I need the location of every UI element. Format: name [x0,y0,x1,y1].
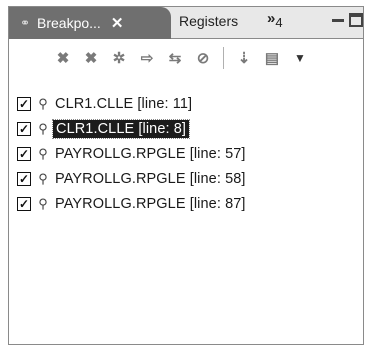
minimize-icon[interactable] [331,13,345,27]
view-tab-bar: ⚭ Breakpo... ✕ Registers »4 [9,7,363,39]
tab-overflow-button[interactable]: »4 [267,10,283,30]
show-supported-breakpoints-icon[interactable]: ✲ [107,46,131,70]
expand-all-icon[interactable]: ⇣ [232,46,256,70]
breakpoint-label: PAYROLLG.RPGLE [line: 87] [55,195,246,212]
toolbar-separator [223,47,224,69]
maximize-icon[interactable] [349,13,363,27]
breakpoint-row[interactable]: ✓ ⚲ PAYROLLG.RPGLE [line: 58] [9,166,363,191]
tab-breakpoints-label: Breakpo... [37,15,101,31]
breakpoint-row[interactable]: ✓ ⚲ PAYROLLG.RPGLE [line: 87] [9,191,363,216]
breakpoint-key-icon: ⚲ [38,195,48,211]
go-to-file-icon[interactable]: ⇨ [135,46,159,70]
breakpoint-key-icon: ⚲ [38,170,48,186]
breakpoint-list: ✓ ⚲ CLR1.CLLE [line: 11] ✓ ⚲ CLR1.CLLE [… [9,91,363,216]
skip-all-breakpoints-icon[interactable]: ⊘ [191,46,215,70]
breakpoint-row-selected[interactable]: ✓ ⚲ CLR1.CLLE [line: 8] [9,116,363,141]
view-toolbar: ✖ ✖ ✲ ⇨ ⇆ ⊘ ⇣ ▤ ▼ [9,40,363,76]
breakpoint-label: PAYROLLG.RPGLE [line: 58] [55,170,246,187]
breakpoint-label: PAYROLLG.RPGLE [line: 57] [55,145,246,162]
close-tab-icon[interactable]: ✕ [111,14,124,32]
collapse-all-icon[interactable]: ▤ [260,46,284,70]
breakpoint-row[interactable]: ✓ ⚲ CLR1.CLLE [line: 11] [9,91,363,116]
breakpoint-checkbox[interactable]: ✓ [17,171,31,186]
link-with-view-icon[interactable]: ⇆ [163,46,187,70]
view-menu-icon[interactable]: ▼ [294,51,306,65]
breakpoints-view-icon: ⚭ [19,16,31,30]
remove-breakpoint-icon[interactable]: ✖ [51,46,75,70]
breakpoint-key-icon: ⚲ [38,120,48,136]
breakpoint-checkbox[interactable]: ✓ [17,146,31,161]
breakpoint-key-icon: ⚲ [38,145,48,161]
tab-registers[interactable]: Registers [179,13,238,29]
breakpoint-key-icon: ⚲ [38,95,48,111]
breakpoint-label: CLR1.CLLE [line: 8] [51,118,191,139]
breakpoint-checkbox[interactable]: ✓ [17,121,31,136]
tab-breakpoints[interactable]: ⚭ Breakpo... ✕ [9,7,171,39]
breakpoint-row[interactable]: ✓ ⚲ PAYROLLG.RPGLE [line: 57] [9,141,363,166]
breakpoint-label: CLR1.CLLE [line: 11] [55,95,193,112]
breakpoint-checkbox[interactable]: ✓ [17,196,31,211]
overflow-count: 4 [275,15,283,30]
remove-all-breakpoints-icon[interactable]: ✖ [79,46,103,70]
breakpoint-checkbox[interactable]: ✓ [17,96,31,111]
breakpoints-view: ⚭ Breakpo... ✕ Registers »4 ✖ ✖ ✲ ⇨ ⇆ ⊘ … [8,6,364,345]
